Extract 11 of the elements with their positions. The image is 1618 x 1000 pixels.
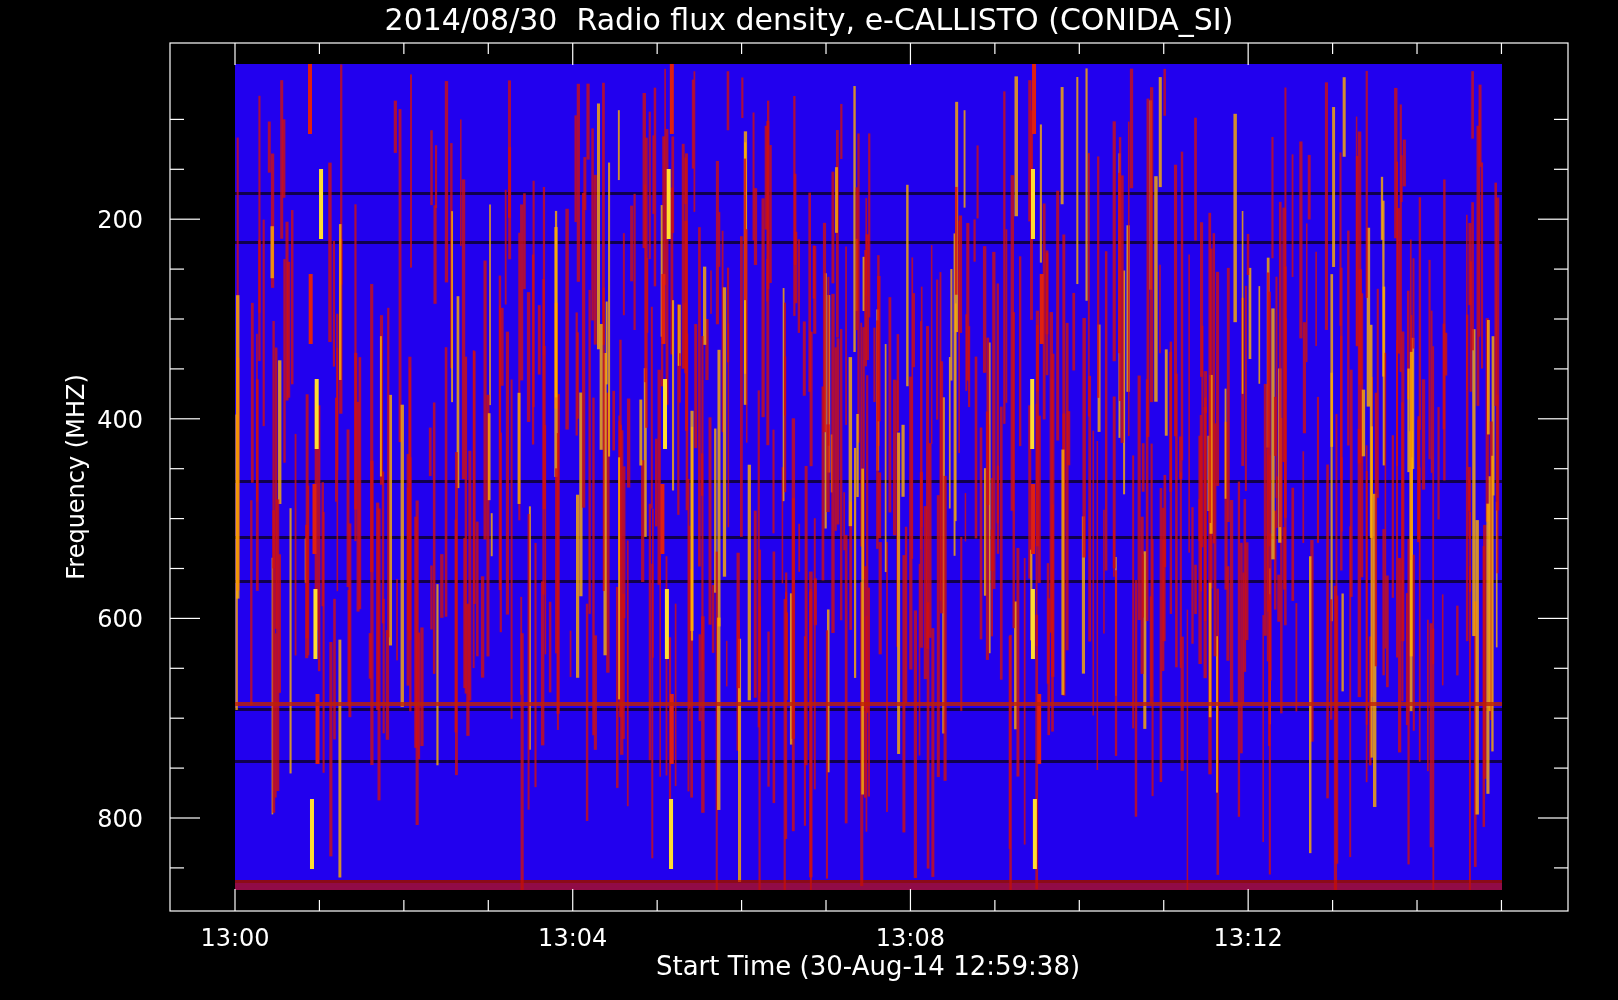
chart-title: 2014/08/30 Radio flux density, e-CALLISTO (CONIDA_SI): [384, 2, 1234, 37]
x-tick-label: 13:00: [200, 924, 270, 952]
y-tick-label: 400: [97, 405, 143, 434]
y-axis-label: Frequency (MHZ): [62, 374, 90, 580]
x-tick-label: 13:12: [1213, 924, 1283, 952]
y-tick-label: 600: [97, 605, 143, 633]
y-tick-label: 800: [97, 804, 143, 833]
y-tick-label: 200: [97, 206, 143, 234]
x-tick-label: 13:04: [538, 924, 608, 952]
x-tick-label: 13:08: [875, 924, 945, 952]
x-axis-label: Start Time (30-Aug-14 12:59:38): [655, 951, 1081, 981]
